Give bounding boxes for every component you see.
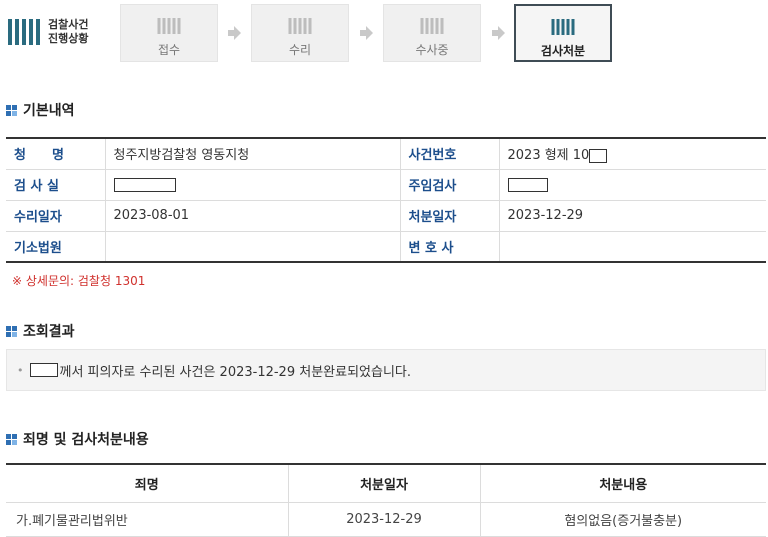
field-value	[105, 169, 401, 201]
arrow-right-icon	[492, 26, 505, 40]
logo-line1: 검찰사건	[48, 18, 89, 31]
step-bars-icon	[420, 18, 444, 34]
column-header: 처분내용	[480, 464, 766, 503]
charge-name: 가.폐기물관리법위반	[6, 502, 289, 537]
field-value: 2023-12-29	[499, 200, 766, 232]
field-value	[499, 169, 766, 201]
field-value	[499, 231, 766, 262]
table-row: 기소법원 변 호 사	[6, 231, 766, 262]
field-value: 2023-08-01	[105, 200, 401, 232]
column-header: 죄명	[6, 464, 289, 503]
masked-name	[29, 363, 58, 377]
masked-value	[507, 177, 548, 192]
app-logo: 검찰사건 진행상황	[8, 14, 118, 50]
field-label: 청 명	[6, 138, 106, 170]
section-square-icon	[6, 433, 17, 445]
table-row: 수리일자 2023-08-01 처분일자 2023-12-29	[6, 200, 766, 232]
arrow-right-icon	[360, 26, 373, 40]
disposition-date: 2023-12-29	[288, 502, 481, 537]
arrow-right-icon	[228, 26, 241, 40]
step-label: 검사처분	[540, 44, 586, 58]
section-square-icon	[6, 325, 17, 337]
field-value	[105, 231, 401, 262]
field-label: 사건번호	[400, 138, 500, 170]
section-title-charges: 죄명 및 검사처분내용	[6, 429, 149, 449]
logo-bars-icon	[8, 19, 40, 45]
contact-notice: ※ 상세문의: 검찰청 1301	[12, 274, 146, 288]
masked-value	[113, 177, 176, 192]
table-row: 검 사 실 주임검사	[6, 169, 766, 201]
basic-info-table: 청 명 청주지방검찰청 영동지청 사건번호 2023 형제 10 검 사 실 주…	[6, 137, 766, 263]
step-bars-icon	[157, 18, 181, 34]
step-bars-icon	[551, 19, 575, 35]
result-message: 께서 피의자로 수리된 사건은 2023-12-29 처분완료되었습니다.	[59, 364, 412, 380]
bullet-icon: •	[17, 363, 24, 377]
step-label: 수사중	[415, 43, 449, 57]
step-disposition: 검사처분	[514, 4, 612, 62]
charges-table: 죄명 처분일자 처분내용 가.폐기물관리법위반 2023-12-29 혐의없음(…	[6, 463, 766, 537]
case-number: 2023 형제 10	[507, 148, 590, 164]
table-header-row: 죄명 처분일자 처분내용	[6, 464, 766, 503]
section-title-text: 기본내역	[23, 103, 75, 119]
result-message-box: • 께서 피의자로 수리된 사건은 2023-12-29 처분완료되었습니다.	[6, 349, 766, 391]
masked-value	[589, 148, 608, 163]
field-value: 청주지방검찰청 영동지청	[105, 138, 401, 170]
table-row: 청 명 청주지방검찰청 영동지청 사건번호 2023 형제 10	[6, 138, 766, 170]
field-label: 기소법원	[6, 231, 106, 262]
step-accepted: 수리	[251, 4, 349, 62]
field-label: 처분일자	[400, 200, 500, 232]
section-title-text: 죄명 및 검사처분내용	[23, 432, 149, 448]
field-label: 주임검사	[400, 169, 500, 201]
step-label: 수리	[288, 43, 312, 57]
section-title-result: 조회결과	[6, 321, 75, 341]
field-label: 검 사 실	[6, 169, 106, 201]
field-value: 2023 형제 10	[499, 138, 766, 170]
step-label: 접수	[157, 43, 181, 57]
step-received: 접수	[120, 4, 218, 62]
step-bars-icon	[288, 18, 312, 34]
section-title-basic: 기본내역	[6, 100, 75, 120]
column-header: 처분일자	[288, 464, 481, 503]
section-title-text: 조회결과	[23, 324, 75, 340]
step-investigating: 수사중	[383, 4, 481, 62]
field-label: 변 호 사	[400, 231, 500, 262]
section-square-icon	[6, 104, 17, 116]
field-label: 수리일자	[6, 200, 106, 232]
disposition-result: 혐의없음(증거불충분)	[480, 502, 766, 537]
table-row: 가.폐기물관리법위반 2023-12-29 혐의없음(증거불충분)	[6, 502, 766, 537]
logo-line2: 진행상황	[48, 32, 89, 45]
